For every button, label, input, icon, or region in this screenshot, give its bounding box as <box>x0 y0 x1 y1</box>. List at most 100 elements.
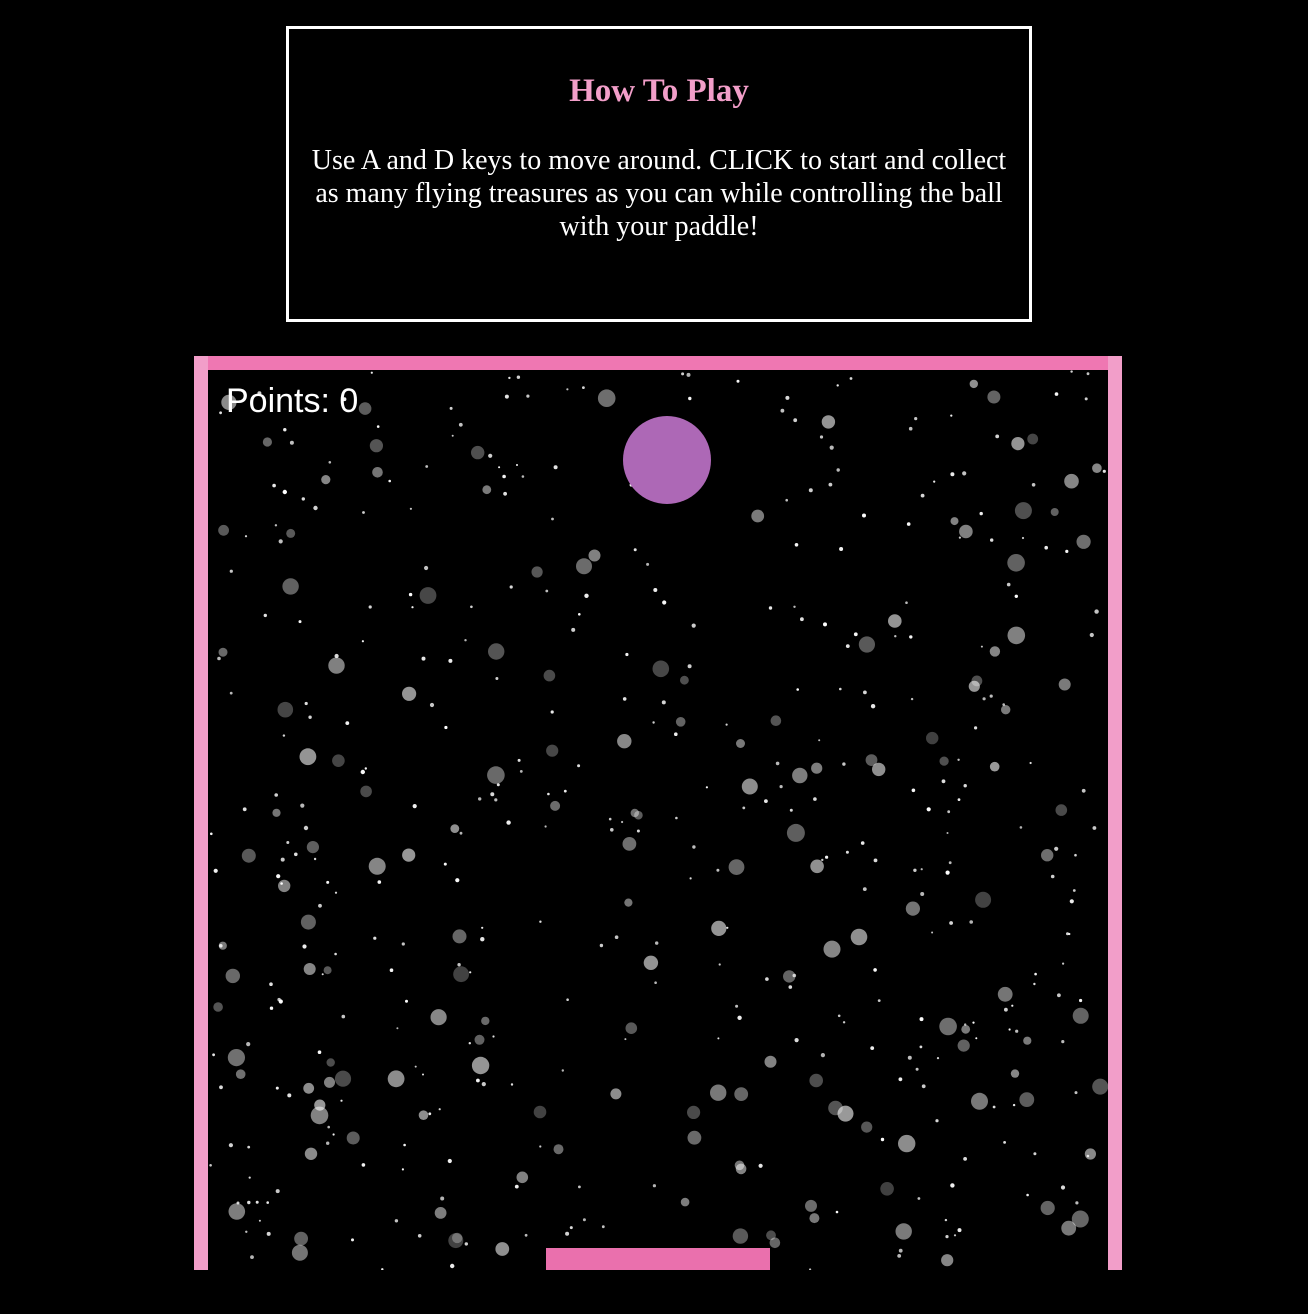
star <box>327 1125 330 1129</box>
star <box>471 1056 490 1075</box>
star <box>608 817 612 821</box>
star <box>919 1017 924 1022</box>
star <box>646 562 650 566</box>
star <box>718 963 721 966</box>
star <box>218 647 228 657</box>
star <box>818 739 821 742</box>
star <box>622 837 637 851</box>
star <box>1019 826 1023 829</box>
star <box>448 1233 464 1249</box>
star <box>910 697 914 701</box>
how-to-play-title: How To Play <box>569 73 749 109</box>
star <box>368 605 372 609</box>
star <box>274 793 278 797</box>
star <box>550 710 554 714</box>
star <box>291 1244 308 1261</box>
star <box>314 1099 326 1111</box>
star <box>323 966 332 975</box>
star <box>1072 889 1076 892</box>
star <box>652 1184 656 1188</box>
star <box>839 687 842 691</box>
star <box>995 434 1000 439</box>
star <box>1044 545 1048 550</box>
star <box>275 1189 280 1194</box>
star <box>950 1183 955 1188</box>
star <box>490 792 495 797</box>
star <box>1007 626 1026 645</box>
star <box>227 1049 245 1067</box>
star <box>563 789 567 793</box>
star <box>809 1213 820 1224</box>
star <box>963 784 967 788</box>
star <box>873 858 878 863</box>
star <box>1076 534 1091 549</box>
star <box>1084 397 1088 401</box>
star <box>417 1234 422 1238</box>
star <box>936 1057 940 1060</box>
star <box>735 1163 747 1175</box>
star <box>424 565 429 571</box>
star <box>480 937 485 942</box>
player-paddle[interactable] <box>546 1248 770 1270</box>
star <box>1034 972 1037 976</box>
points-display: Points: 0 <box>226 382 358 421</box>
star <box>1014 502 1032 520</box>
star <box>989 694 993 698</box>
star <box>980 645 983 648</box>
star <box>939 756 949 766</box>
star <box>853 632 858 637</box>
star <box>819 435 824 439</box>
star <box>488 453 493 458</box>
star <box>1092 826 1097 830</box>
star <box>487 766 505 784</box>
star <box>209 1164 212 1167</box>
star <box>425 465 429 468</box>
star <box>304 701 308 706</box>
star <box>764 799 768 803</box>
star <box>519 770 523 773</box>
star <box>975 891 992 908</box>
star <box>597 389 616 407</box>
star <box>861 1121 873 1133</box>
star <box>906 522 911 526</box>
star <box>947 810 951 814</box>
star <box>800 617 804 622</box>
star <box>516 464 518 466</box>
star <box>372 467 383 478</box>
star <box>877 999 881 1002</box>
star <box>617 734 632 749</box>
how-to-play-panel: How To Play Use A and D keys to move aro… <box>286 26 1032 322</box>
star <box>674 732 678 736</box>
star <box>675 816 678 820</box>
star <box>1011 437 1025 451</box>
star <box>444 725 448 730</box>
game-canvas[interactable]: Points: 0 <box>194 356 1122 1270</box>
star <box>219 411 222 415</box>
star <box>509 585 513 589</box>
star <box>225 968 240 984</box>
star <box>321 973 324 976</box>
star <box>911 788 916 793</box>
star <box>212 1053 215 1057</box>
star <box>474 1034 485 1045</box>
star <box>482 485 492 495</box>
star <box>821 415 836 429</box>
star <box>434 1207 447 1219</box>
star <box>765 977 769 981</box>
star <box>957 758 960 761</box>
star <box>286 841 290 844</box>
star <box>278 999 283 1004</box>
star <box>809 1268 812 1270</box>
star <box>894 635 897 638</box>
star <box>508 376 511 380</box>
star <box>539 1145 542 1148</box>
star <box>452 929 467 944</box>
star <box>599 943 604 948</box>
star <box>478 797 482 801</box>
star <box>578 1185 581 1189</box>
star <box>780 408 785 413</box>
star <box>1026 1193 1029 1197</box>
star <box>334 952 337 956</box>
star <box>318 903 322 908</box>
star <box>274 524 278 527</box>
